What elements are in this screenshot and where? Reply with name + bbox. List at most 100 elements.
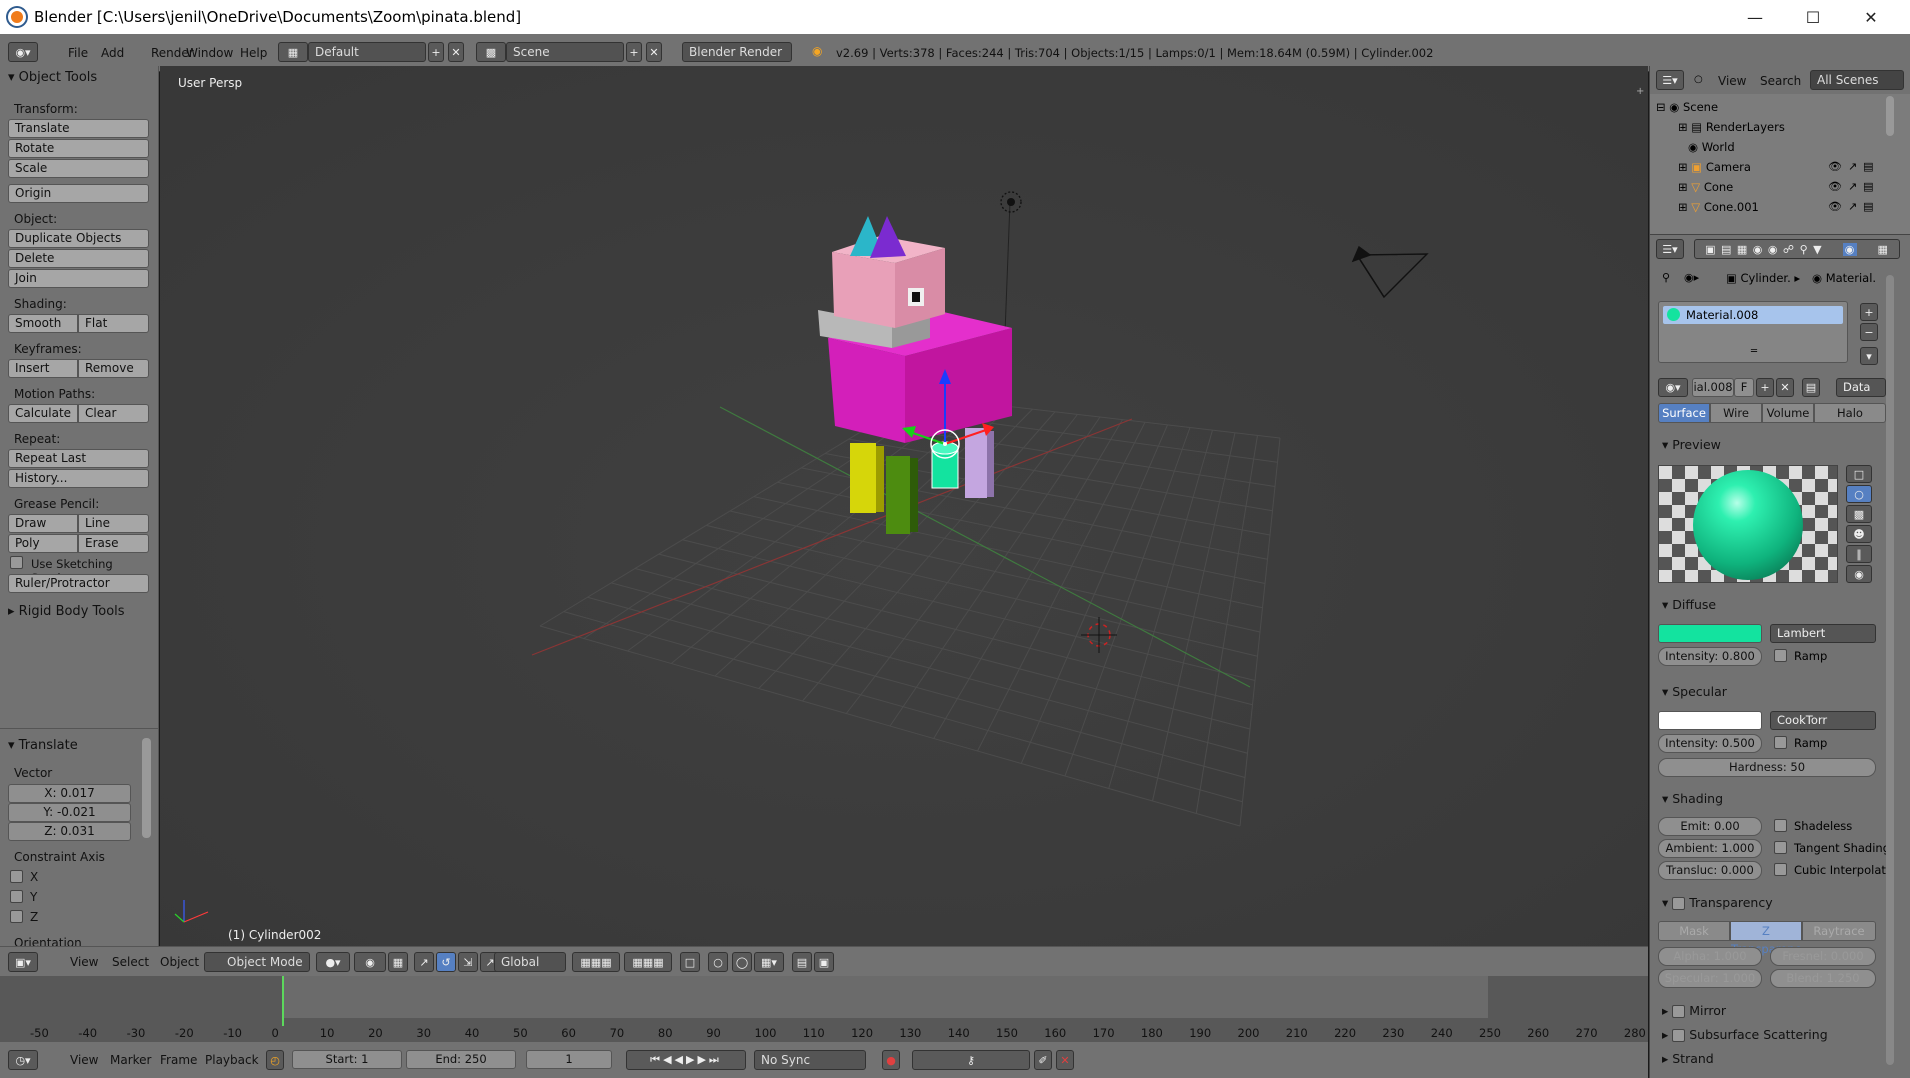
mirror-checkbox[interactable] <box>1672 1005 1686 1018</box>
outliner-type-icon[interactable]: ☰▾ <box>1656 70 1684 90</box>
diffuse-shader-select[interactable]: Lambert <box>1770 624 1876 643</box>
material-name-field[interactable]: ial.008 <box>1692 378 1734 397</box>
close-icon[interactable]: ✕ <box>1842 0 1900 34</box>
tab-wire[interactable]: Wire <box>1710 403 1762 423</box>
specular-ramp-checkbox[interactable] <box>1774 736 1787 749</box>
strand-header[interactable]: ▸ Strand <box>1662 1051 1714 1066</box>
remove-button[interactable]: Remove <box>78 359 149 378</box>
tl-marker-menu[interactable]: Marker <box>110 1053 151 1067</box>
snap-icon[interactable]: ◯ <box>732 952 752 972</box>
outliner-view-menu[interactable]: View <box>1718 74 1746 88</box>
outliner-filter-select[interactable]: All Scenes <box>1810 70 1904 90</box>
specular-intensity-field[interactable]: Intensity: 0.500 <box>1658 734 1762 753</box>
material-browse-icon[interactable]: ◉▾ <box>1658 378 1688 397</box>
menu-add[interactable]: Add <box>101 46 124 60</box>
properties-type-icon[interactable]: ☰▾ <box>1656 239 1684 259</box>
visibility-icons-cone[interactable]: 👁↗▤ <box>1828 180 1880 193</box>
rotate-manip-icon[interactable]: ↺ <box>436 952 456 972</box>
scene-crumb-icon[interactable]: ◉▸ <box>1684 271 1699 284</box>
fake-user-button[interactable]: F <box>1734 378 1754 397</box>
editor-type-icon-3d[interactable]: ▣▾ <box>8 952 38 972</box>
repeat-last-button[interactable]: Repeat Last <box>8 449 149 468</box>
outliner-row-cone[interactable]: ⊞ ▽ Cone <box>1678 180 1733 194</box>
outliner-scrollbar[interactable] <box>1886 96 1894 136</box>
transparency-header[interactable]: ▾ Transparency <box>1662 895 1773 910</box>
add-layout-icon[interactable]: + <box>428 42 444 62</box>
preview-sphere-icon[interactable]: ○ <box>1846 485 1872 503</box>
outliner-row-renderlayers[interactable]: ⊞ ▤ RenderLayers <box>1678 120 1785 134</box>
shading-mode-icon[interactable]: ●▾ <box>316 952 350 972</box>
tab-halo[interactable]: Halo <box>1814 403 1886 423</box>
vector-x-field[interactable]: X: 0.017 <box>8 784 131 803</box>
editor-type-icon[interactable]: ◉▾ <box>8 42 38 62</box>
remove-slot-icon[interactable]: − <box>1860 323 1878 341</box>
preview-world-icon[interactable]: ◉ <box>1846 565 1872 583</box>
rotate-button[interactable]: Rotate <box>8 139 149 158</box>
end-frame-field[interactable]: End: 250 <box>406 1050 516 1069</box>
preview-plane-icon[interactable]: □ <box>1846 465 1872 483</box>
tl-playback-menu[interactable]: Playback <box>205 1053 259 1067</box>
view-menu[interactable]: View <box>70 955 98 969</box>
ambient-field[interactable]: Ambient: 1.000 <box>1658 839 1762 858</box>
record-icon[interactable]: ● <box>882 1050 900 1070</box>
translate-manip-icon[interactable]: ↗ <box>414 952 434 972</box>
fresnel-field[interactable]: Fresnel: 0.000 <box>1770 947 1876 966</box>
outliner-row-cone001[interactable]: ⊞ ▽ Cone.001 <box>1678 200 1759 214</box>
alpha-field[interactable]: Alpha: 1.000 <box>1658 947 1762 966</box>
lock-icon[interactable]: □ <box>680 952 700 972</box>
constraint-z-checkbox[interactable] <box>10 910 23 923</box>
add-slot-icon[interactable]: + <box>1860 303 1878 321</box>
timeline[interactable]: -50 -40 -30 -20 -10 0 10 20 30 40 50 60 70 80 90 100 110… <box>0 976 1648 1042</box>
crumb-object[interactable]: ▣ Cylinder. ▸ <box>1726 271 1800 285</box>
erase-button[interactable]: Erase <box>78 534 149 553</box>
tl-view-menu[interactable]: View <box>70 1053 98 1067</box>
hardness-field[interactable]: Hardness: 50 <box>1658 758 1876 777</box>
current-frame-marker[interactable] <box>282 976 284 1026</box>
new-material-icon[interactable]: + <box>1756 378 1774 397</box>
join-button[interactable]: Join <box>8 269 149 288</box>
outliner-search-menu[interactable]: Search <box>1760 74 1801 88</box>
add-scene-icon[interactable]: + <box>626 42 642 62</box>
remove-layout-icon[interactable]: ✕ <box>448 42 464 62</box>
select-menu[interactable]: Select <box>112 955 149 969</box>
sss-header[interactable]: ▸ Subsurface Scattering <box>1662 1027 1828 1042</box>
calculate-button[interactable]: Calculate <box>8 404 78 423</box>
preview-range-icon[interactable]: ◴ <box>266 1050 284 1070</box>
pin-icon[interactable]: ⚲ <box>1662 271 1670 284</box>
proportional-icon[interactable]: ○ <box>708 952 728 972</box>
ruler-button[interactable]: Ruler/Protractor <box>8 574 149 593</box>
mask-tab[interactable]: Mask <box>1658 921 1730 941</box>
shading-header[interactable]: ▾ Shading <box>1662 791 1723 806</box>
visibility-icons-camera[interactable]: 👁↗▤ <box>1828 160 1880 173</box>
insert-key-icon[interactable]: ✐ <box>1034 1050 1052 1070</box>
translate-op-header[interactable]: ▾ Translate <box>8 738 78 753</box>
menu-help[interactable]: Help <box>240 46 267 60</box>
material-node-icon[interactable]: ▤ <box>1802 378 1820 397</box>
minimize-icon[interactable]: — <box>1726 0 1784 34</box>
layer-icon[interactable]: ▦ <box>388 952 408 972</box>
scale-button[interactable]: Scale <box>8 159 149 178</box>
keying-set-icon[interactable]: ⚷ <box>912 1050 1030 1070</box>
transparency-checkbox[interactable] <box>1672 897 1686 910</box>
sketching-checkbox[interactable] <box>10 556 23 569</box>
menu-window[interactable]: Window <box>186 46 233 60</box>
raytrace-tab[interactable]: Raytrace <box>1802 921 1876 941</box>
material-slot-list[interactable]: Material.008 ═ <box>1658 301 1848 363</box>
diffuse-ramp-checkbox[interactable] <box>1774 649 1787 662</box>
visibility-icons-cone001[interactable]: 👁↗▤ <box>1828 200 1880 213</box>
menu-file[interactable]: File <box>68 46 88 60</box>
region-toggle-icon[interactable]: + <box>1636 86 1644 97</box>
sss-checkbox[interactable] <box>1672 1029 1686 1042</box>
layers-grid-icon-a[interactable]: ▦▦▦ <box>572 952 620 972</box>
current-frame-field[interactable]: 1 <box>526 1050 612 1069</box>
scene-icon[interactable]: ▩ <box>476 42 506 62</box>
object-menu[interactable]: Object <box>160 955 199 969</box>
maximize-icon[interactable]: ☐ <box>1784 0 1842 34</box>
outliner-collapse-icon[interactable]: ○ <box>1694 74 1703 85</box>
blend-field[interactable]: Blend: 1.250 <box>1770 969 1876 988</box>
snap-element-icon[interactable]: ▦▾ <box>754 952 784 972</box>
delete-button[interactable]: Delete <box>8 249 149 268</box>
poly-button[interactable]: Poly <box>8 534 78 553</box>
emit-field[interactable]: Emit: 0.00 <box>1658 817 1762 836</box>
transluc-field[interactable]: Transluc: 0.000 <box>1658 861 1762 880</box>
